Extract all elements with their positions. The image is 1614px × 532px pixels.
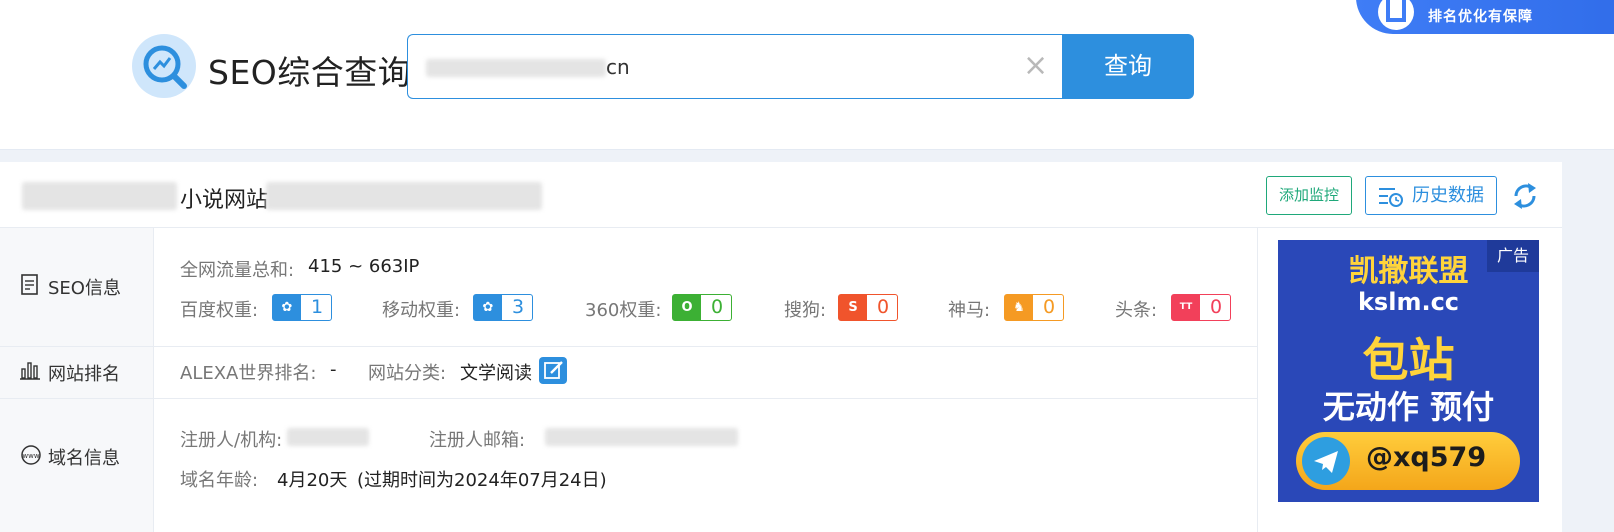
domain-age-value: 4月20天	[277, 470, 348, 491]
site-title: 小说网站	[180, 188, 269, 213]
360-icon: O	[673, 295, 701, 320]
shenma-icon: ♞	[1005, 295, 1033, 320]
baidu-weight-label: 百度权重:	[180, 300, 259, 321]
bar-chart-icon	[20, 362, 40, 380]
ad-line4: 无动作 预付	[1322, 388, 1495, 426]
domain-label: 域名信息	[48, 448, 120, 469]
shenma-weight-label: 神马:	[948, 300, 991, 321]
category-value: 文学阅读	[460, 363, 532, 384]
baidu-weight-badge[interactable]: ✿ 1	[272, 294, 332, 321]
360-weight-value: 0	[710, 296, 724, 318]
seo-info-label-cell: SEO信息	[0, 228, 154, 346]
mobile-weight-label: 移动权重:	[382, 300, 461, 321]
alexa-value: -	[330, 359, 337, 380]
traffic-value: 415 ~ 663IP	[308, 256, 420, 277]
history-label: 历史数据	[1412, 185, 1484, 206]
360-weight-badge[interactable]: O 0	[672, 294, 732, 321]
seo-info-label: SEO信息	[48, 278, 121, 299]
history-icon	[1379, 188, 1403, 207]
shenma-weight-value: 0	[1042, 296, 1056, 318]
category-label: 网站分类:	[368, 363, 447, 384]
domain-label-cell: www 域名信息	[0, 398, 154, 532]
traffic-label: 全网流量总和:	[180, 260, 295, 281]
toutiao-icon: TT	[1172, 295, 1200, 320]
history-data-button[interactable]: 历史数据	[1365, 176, 1497, 215]
baidu-paw-icon: ✿	[273, 295, 301, 320]
document-icon	[21, 274, 38, 295]
toutiao-weight-badge[interactable]: TT 0	[1171, 294, 1231, 321]
promo-badge[interactable]: 排名优化有保障	[1356, 0, 1614, 34]
promo-text: 排名优化有保障	[1428, 9, 1533, 25]
column-divider	[1257, 228, 1258, 532]
edit-icon[interactable]	[539, 357, 567, 384]
email-label: 注册人邮箱:	[429, 430, 526, 451]
search-button[interactable]: 查询	[1062, 34, 1194, 99]
baidu-weight-value: 1	[310, 296, 324, 318]
toutiao-weight-label: 头条:	[1115, 300, 1158, 321]
redacted-site-suffix	[266, 182, 542, 210]
domain-expire: (过期时间为2024年07月24日)	[357, 470, 607, 491]
search-header: SEO综合查询 cn × 查询 排名优化有保障	[0, 0, 1614, 150]
refresh-icon[interactable]	[1512, 182, 1538, 210]
shenma-weight-badge[interactable]: ♞ 0	[1004, 294, 1064, 321]
domain-age-label: 域名年龄:	[180, 470, 259, 491]
ad-line2: kslm.cc	[1357, 288, 1460, 316]
mobile-weight-value: 3	[511, 296, 525, 318]
sogou-weight-badge[interactable]: S 0	[838, 294, 898, 321]
page-title: SEO综合查询	[208, 53, 412, 92]
advertisement[interactable]: 广告 凯撒联盟 kslm.cc 包站 无动作 预付 @xq579	[1278, 240, 1539, 502]
360-weight-label: 360权重:	[585, 300, 662, 321]
redacted-domain	[426, 59, 606, 77]
add-monitor-button[interactable]: 添加监控	[1266, 176, 1352, 215]
sogou-icon: S	[839, 295, 867, 320]
ranking-label-cell: 网站排名	[0, 346, 154, 398]
registrant-label: 注册人/机构:	[180, 430, 283, 451]
site-title-row: 小说网站 添加监控 历史数据	[0, 162, 1562, 228]
ranking-label: 网站排名	[48, 364, 120, 385]
mobile-weight-badge[interactable]: ✿ 3	[473, 294, 533, 321]
redacted-site-name	[22, 182, 177, 210]
ad-line3: 包站	[1362, 333, 1455, 387]
seo-logo-icon	[132, 34, 196, 98]
telegram-icon	[1302, 437, 1350, 485]
row-divider	[0, 398, 1258, 399]
ad-line1: 凯撒联盟	[1348, 254, 1469, 289]
sogou-weight-label: 搜狗:	[784, 300, 827, 321]
www-globe-icon: www	[21, 445, 41, 465]
row-divider	[0, 346, 1258, 347]
search-input-value: cn	[606, 55, 630, 79]
ad-contact-pill: @xq579	[1296, 432, 1520, 490]
clear-icon[interactable]: ×	[1023, 51, 1048, 81]
ad-handle: @xq579	[1366, 442, 1487, 473]
sogou-weight-value: 0	[876, 296, 890, 318]
search-input[interactable]: cn ×	[407, 34, 1063, 99]
baidu-paw-icon: ✿	[474, 295, 502, 320]
svg-text:www: www	[22, 452, 39, 460]
chart-icon	[1378, 0, 1414, 30]
redacted-registrant	[287, 428, 369, 446]
alexa-label: ALEXA世界排名:	[180, 363, 317, 384]
redacted-email	[545, 428, 738, 446]
toutiao-weight-value: 0	[1209, 296, 1223, 318]
